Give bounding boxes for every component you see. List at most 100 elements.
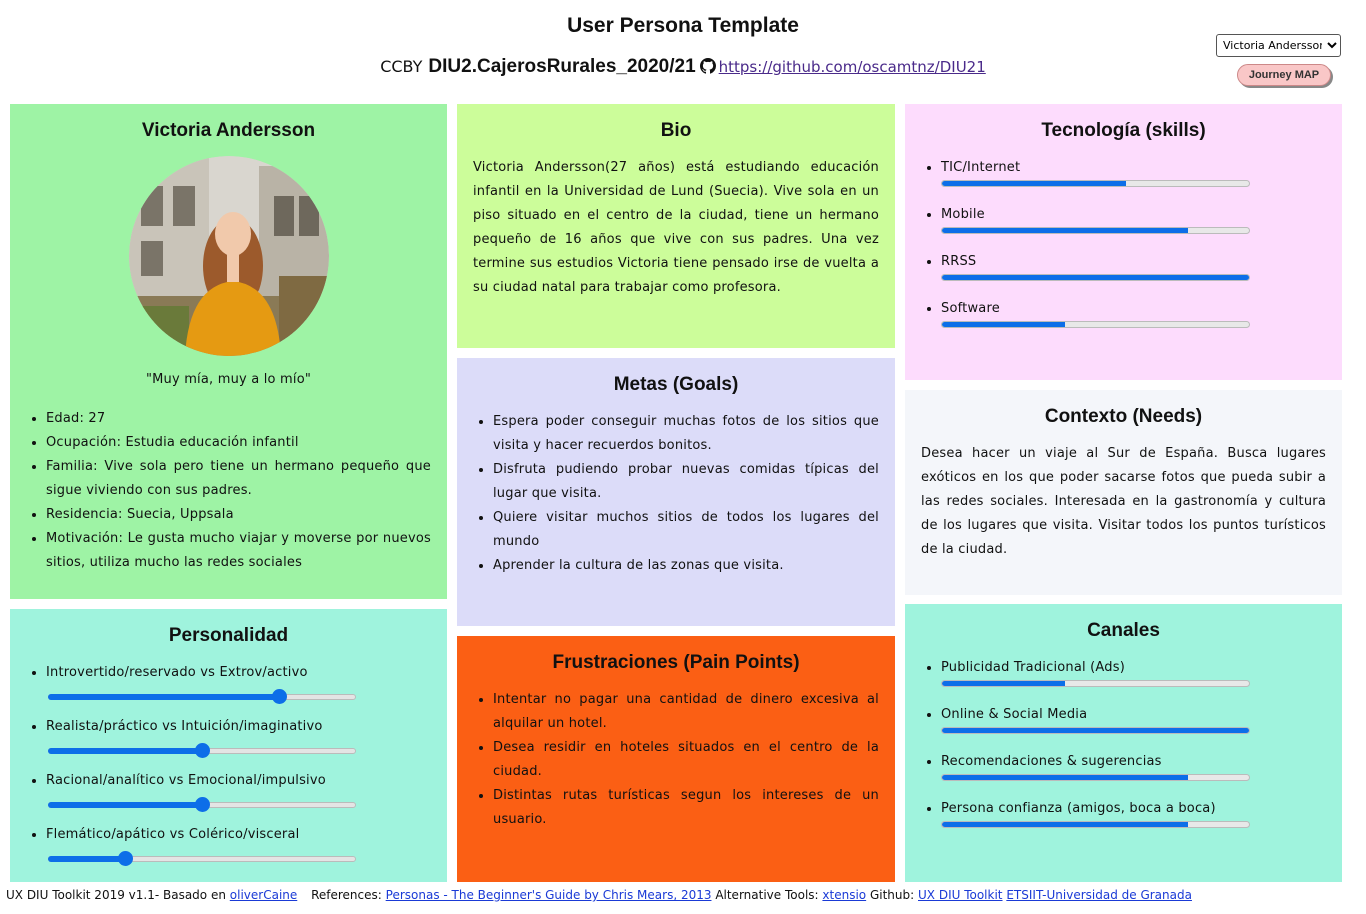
personality-slider[interactable] (48, 797, 356, 813)
tech-progress-fill (942, 275, 1249, 280)
project-name: DIU2.CajerosRurales_2020/21 (428, 56, 696, 77)
personality-panel: Personalidad Introvertido/reservado vs E… (10, 609, 447, 882)
tech-item: TIC/Internet (941, 156, 1326, 187)
channel-label: Publicidad Tradicional (Ads) (941, 660, 1125, 675)
project-subtitle: CCBY DIU2.CajerosRurales_2020/21 https://g… (0, 56, 1366, 78)
frustrations-title: Frustraciones (Pain Points) (552, 652, 800, 673)
fact-family: Familia: Vive sola pero tiene un hermano… (46, 455, 431, 503)
journey-map-button[interactable]: Journey MAP (1237, 64, 1331, 86)
personality-label: Realista/práctico vs Intuición/imaginati… (46, 719, 323, 734)
channel-label: Recomendaciones & sugerencias (941, 754, 1162, 769)
footer-university-link[interactable]: ETSIIT-Universidad de Granada (1006, 888, 1192, 902)
goal-item: Quiere visitar muchos sitios de todos lo… (493, 506, 879, 554)
bio-title: Bio (660, 120, 692, 141)
persona-name: Victoria Andersson (141, 120, 316, 141)
channel-label: Persona confianza (amigos, boca a boca) (941, 801, 1216, 816)
license-label: CCBY (380, 57, 423, 76)
footer-toolkit-link[interactable]: UX DIU Toolkit (918, 888, 1003, 902)
footer-xtensio-link[interactable]: xtensio (822, 888, 866, 902)
frustrations-list: Intentar no pagar una cantidad de dinero… (473, 688, 879, 832)
personality-item: Flemático/apático vs Colérico/visceral (46, 823, 431, 867)
tech-progress-fill (942, 322, 1065, 327)
channel-progress-bar (941, 821, 1250, 828)
goal-item: Espera poder conseguir muchas fotos de l… (493, 410, 879, 458)
channel-progress-bar (941, 774, 1250, 781)
tech-label: RRSS (941, 254, 977, 269)
tech-item: Mobile (941, 203, 1326, 234)
personality-title: Personalidad (168, 625, 289, 646)
goal-item: Disfruta pudiendo probar nuevas comidas … (493, 458, 879, 506)
tech-item: Software (941, 297, 1326, 328)
goals-list: Espera poder conseguir muchas fotos de l… (473, 410, 879, 578)
channel-progress-fill (942, 822, 1188, 827)
footer-alt-label: Alternative Tools: (715, 888, 819, 902)
fact-residence: Residencia: Suecia, Uppsala (46, 503, 431, 527)
footer-references-label: References: (311, 888, 382, 902)
channels-title: Canales (1087, 620, 1160, 641)
channel-progress-fill (942, 728, 1249, 733)
slider-fill (48, 802, 202, 808)
channel-progress-bar (941, 680, 1250, 687)
goals-panel: Metas (Goals) Espera poder conseguir muc… (457, 358, 895, 626)
channel-item: Publicidad Tradicional (Ads) (941, 656, 1326, 687)
personality-item: Introvertido/reservado vs Extrov/activo (46, 661, 431, 705)
footer-olivercaine-link[interactable]: oliverCaine (230, 888, 297, 902)
personality-slider[interactable] (48, 743, 356, 759)
slider-fill (48, 694, 279, 700)
page-title: User Persona Template (567, 14, 799, 37)
channel-label: Online & Social Media (941, 707, 1088, 722)
channel-item: Online & Social Media (941, 703, 1326, 734)
personality-label: Introvertido/reservado vs Extrov/activo (46, 665, 308, 680)
tech-label: Mobile (941, 207, 985, 222)
tech-progress-fill (942, 228, 1188, 233)
footer-toolkit-text: UX DIU Toolkit 2019 v1.1- Basado en (6, 888, 226, 902)
frustration-item: Desea residir en hoteles situados en el … (493, 736, 879, 784)
footer-github-label: Github: (869, 888, 915, 902)
slider-thumb[interactable] (272, 689, 287, 704)
slider-fill (48, 748, 202, 754)
profile-panel: Victoria Andersson "Muy mía, muy a lo mí… (10, 104, 447, 599)
slider-thumb[interactable] (118, 851, 133, 866)
personality-item: Realista/práctico vs Intuición/imaginati… (46, 715, 431, 759)
github-icon (699, 58, 716, 74)
channels-list: Publicidad Tradicional (Ads) Online & So… (921, 656, 1326, 828)
context-text: Desea hacer un viaje al Sur de España. B… (921, 446, 1326, 557)
bio-text: Victoria Andersson(27 años) está estudia… (473, 160, 879, 295)
tech-progress-bar (941, 321, 1250, 328)
fact-motivation: Motivación: Le gusta mucho viajar y move… (46, 527, 431, 575)
personality-label: Racional/analítico vs Emocional/impulsiv… (46, 773, 326, 788)
personality-slider[interactable] (48, 689, 356, 705)
frustrations-panel: Frustraciones (Pain Points) Intentar no … (457, 636, 895, 882)
channel-item: Recomendaciones & sugerencias (941, 750, 1326, 781)
channels-panel: Canales Publicidad Tradicional (Ads) Onl… (905, 604, 1342, 882)
tech-panel: Tecnología (skills) TIC/Internet Mobile … (905, 104, 1342, 380)
fact-occupation: Ocupación: Estudia educación infantil (46, 431, 431, 455)
footer-references-link[interactable]: Personas - The Beginner's Guide by Chris… (386, 888, 712, 902)
channel-item: Persona confianza (amigos, boca a boca) (941, 797, 1326, 828)
bio-panel: Bio Victoria Andersson(27 años) está est… (457, 104, 895, 348)
personality-slider[interactable] (48, 851, 356, 867)
frustration-item: Intentar no pagar una cantidad de dinero… (493, 688, 879, 736)
channel-progress-fill (942, 681, 1065, 686)
tech-list: TIC/Internet Mobile RRSS Software (921, 156, 1326, 328)
personality-item: Racional/analítico vs Emocional/impulsiv… (46, 769, 431, 813)
fact-age: Edad: 27 (46, 407, 431, 431)
context-title: Contexto (Needs) (1044, 406, 1203, 427)
tech-progress-bar (941, 227, 1250, 234)
persona-select[interactable]: Victoria Andersson (1216, 34, 1341, 57)
tech-title: Tecnología (skills) (1041, 120, 1206, 141)
persona-facts: Edad: 27 Ocupación: Estudia educación in… (26, 407, 431, 575)
tech-progress-bar (941, 180, 1250, 187)
footer: UX DIU Toolkit 2019 v1.1- Basado en oliv… (6, 888, 1362, 902)
channel-progress-fill (942, 775, 1188, 780)
personality-list: Introvertido/reservado vs Extrov/activo … (26, 661, 431, 867)
repo-link[interactable]: https://github.com/oscamtnz/DIU21 (719, 58, 986, 76)
slider-thumb[interactable] (195, 797, 210, 812)
tech-label: Software (941, 301, 1000, 316)
persona-avatar (128, 156, 329, 356)
frustration-item: Distintas rutas turísticas segun los int… (493, 784, 879, 832)
tech-item: RRSS (941, 250, 1326, 281)
channel-progress-bar (941, 727, 1250, 734)
personality-label: Flemático/apático vs Colérico/visceral (46, 827, 300, 842)
slider-thumb[interactable] (195, 743, 210, 758)
